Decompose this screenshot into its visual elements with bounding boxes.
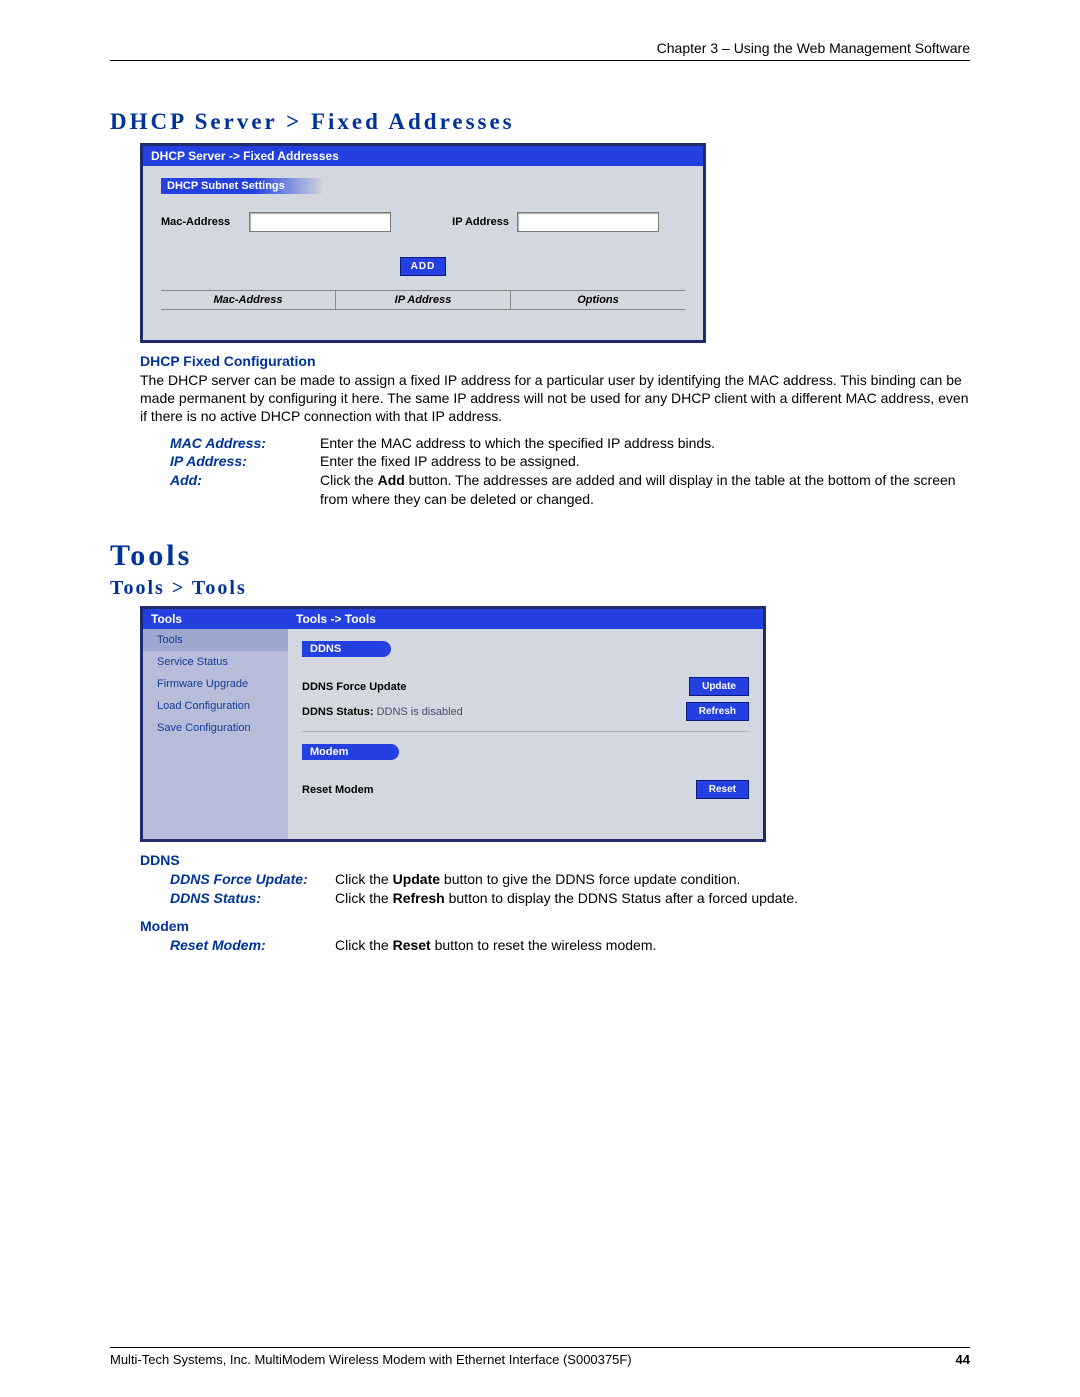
mac-address-input[interactable]: [249, 212, 391, 232]
tools-section-title: Tools: [110, 539, 970, 573]
sidebar-item-save-config[interactable]: Save Configuration: [143, 717, 288, 739]
mac-field-label: MAC Address:: [170, 434, 320, 453]
footer-text: Multi-Tech Systems, Inc. MultiModem Wire…: [110, 1352, 632, 1367]
ddns-status-text: Click the Refresh button to display the …: [335, 889, 970, 908]
sidebar-item-service-status[interactable]: Service Status: [143, 651, 288, 673]
col-options: Options: [511, 291, 685, 309]
page-footer: Multi-Tech Systems, Inc. MultiModem Wire…: [110, 1347, 970, 1367]
col-mac: Mac-Address: [161, 291, 336, 309]
ip-address-input[interactable]: [517, 212, 659, 232]
page-number: 44: [956, 1352, 970, 1367]
dhcp-panel: DHCP Server -> Fixed Addresses DHCP Subn…: [140, 143, 706, 343]
sidebar-item-firmware-upgrade[interactable]: Firmware Upgrade: [143, 673, 288, 695]
update-button[interactable]: Update: [689, 677, 749, 696]
add-button[interactable]: ADD: [400, 257, 447, 276]
sidebar-title: Tools: [143, 609, 288, 629]
col-ip: IP Address: [336, 291, 511, 309]
tools-sidebar: Tools Tools Service Status Firmware Upgr…: [143, 609, 288, 839]
reset-modem-explain-text: Click the Reset button to reset the wire…: [335, 936, 970, 955]
modem-pill: Modem: [302, 744, 399, 760]
tools-main-titlebar: Tools -> Tools: [288, 609, 763, 629]
mac-address-label: Mac-Address: [161, 216, 241, 228]
dhcp-subnet-settings-label: DHCP Subnet Settings: [161, 178, 365, 194]
reset-button[interactable]: Reset: [696, 780, 749, 799]
dhcp-fixed-config-title: DHCP Fixed Configuration: [140, 353, 970, 369]
add-field-text: Click the Add button. The addresses are …: [320, 471, 970, 509]
ip-address-label: IP Address: [429, 216, 509, 228]
reset-modem-label: Reset Modem: [302, 784, 374, 796]
page-header: Chapter 3 – Using the Web Management Sof…: [110, 40, 970, 61]
tools-subsection-title: Tools > Tools: [110, 577, 970, 600]
ddns-status-row: DDNS Status: DDNS is disabled: [302, 706, 463, 718]
dhcp-fixed-config-body: The DHCP server can be made to assign a …: [140, 371, 970, 426]
sidebar-item-load-config[interactable]: Load Configuration: [143, 695, 288, 717]
add-field-label: Add:: [170, 471, 320, 509]
ddns-force-label: DDNS Force Update:: [170, 870, 335, 889]
reset-modem-explain-label: Reset Modem:: [170, 936, 335, 955]
ddns-force-text: Click the Update button to give the DDNS…: [335, 870, 970, 889]
ip-field-label: IP Address:: [170, 452, 320, 471]
tools-panel: Tools Tools Service Status Firmware Upgr…: [140, 606, 766, 842]
fixed-address-table-header: Mac-Address IP Address Options: [161, 290, 685, 310]
refresh-button[interactable]: Refresh: [686, 702, 749, 721]
ddns-status-label: DDNS Status:: [170, 889, 335, 908]
mac-field-text: Enter the MAC address to which the speci…: [320, 434, 970, 453]
dhcp-section-title: DHCP Server > Fixed Addresses: [110, 109, 970, 135]
ddns-force-update-label: DDNS Force Update: [302, 681, 407, 693]
dhcp-panel-titlebar: DHCP Server -> Fixed Addresses: [143, 146, 703, 166]
modem-explain-title: Modem: [140, 918, 970, 934]
ip-field-text: Enter the fixed IP address to be assigne…: [320, 452, 970, 471]
ddns-pill: DDNS: [302, 641, 391, 657]
sidebar-item-tools[interactable]: Tools: [143, 629, 288, 651]
ddns-explain-title: DDNS: [140, 852, 970, 868]
